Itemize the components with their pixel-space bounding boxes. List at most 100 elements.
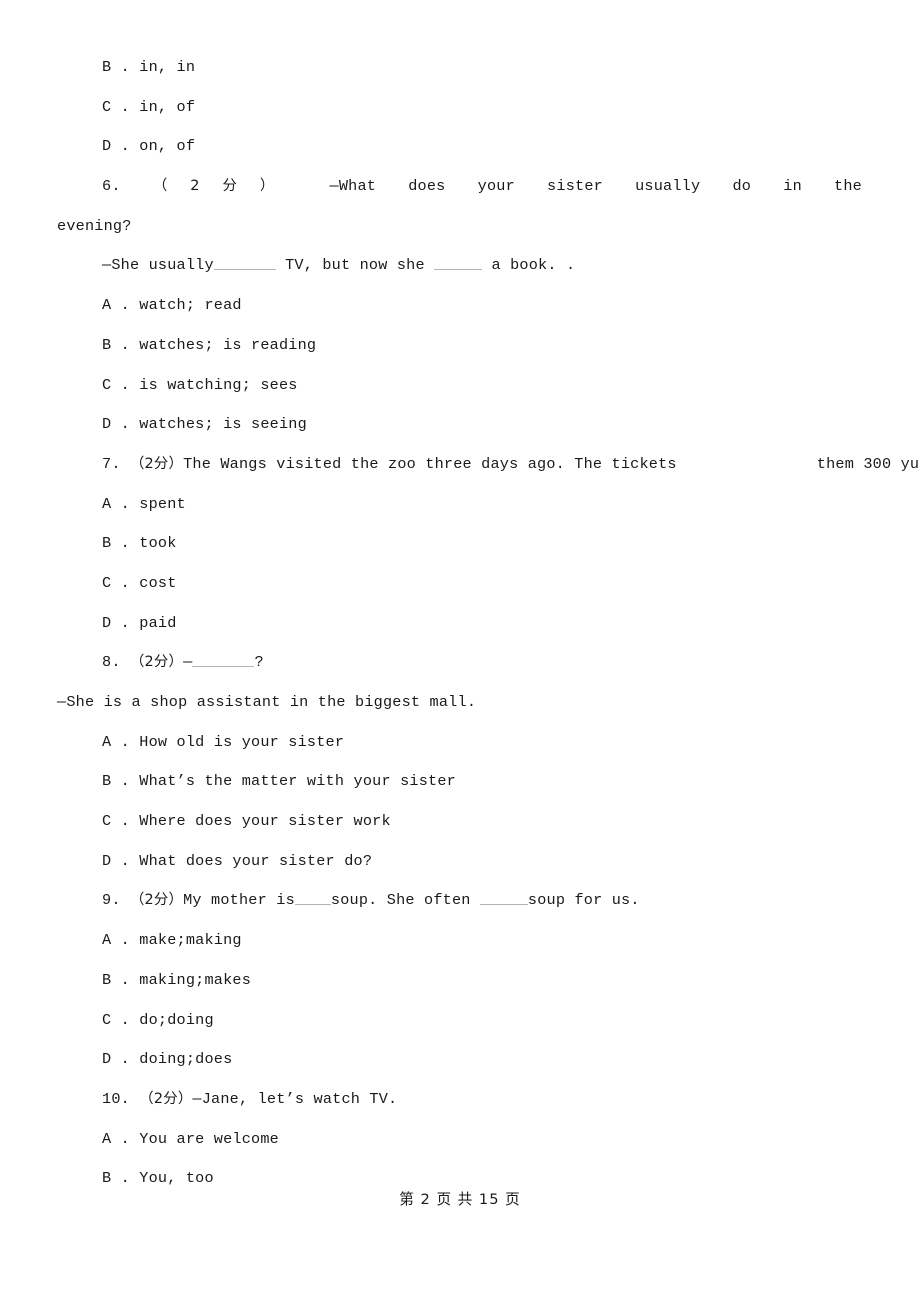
option-row: B . What’s the matter with your sister	[57, 762, 862, 802]
question-stem-tail: soup for us.	[527, 891, 640, 910]
question-stem-text: My mother is	[183, 891, 295, 910]
option-row: C . cost	[57, 564, 862, 604]
option-row: C . Where does your sister work	[57, 802, 862, 842]
option-text: do;doing	[139, 1010, 214, 1029]
question-marks: （2分）	[129, 455, 184, 472]
option-row: C . do;doing	[57, 1001, 862, 1041]
page-footer: 第 2 页 共 15 页	[399, 1191, 521, 1208]
option-text: is watching; sees	[139, 375, 298, 394]
question-stem: 9. （2分）My mother is soup. She often soup …	[57, 881, 862, 921]
question-number: 9.	[102, 891, 121, 910]
option-row: A . make;making	[57, 921, 862, 961]
option-label: A .	[102, 1129, 130, 1148]
option-text: Where does your sister work	[139, 812, 391, 831]
option-row: D . watches; is seeing	[57, 405, 862, 445]
question-stem: 7. （2分）The Wangs visited the zoo three d…	[57, 445, 920, 485]
question-number: 10.	[102, 1089, 130, 1108]
option-row: B . in, in	[57, 48, 862, 88]
option-label: C .	[102, 1010, 130, 1029]
option-text: doing;does	[139, 1050, 233, 1069]
option-label: B .	[102, 772, 130, 791]
option-text: watches; is seeing	[139, 415, 307, 434]
option-row: D . on, of	[57, 127, 862, 167]
question-stem-text: —Jane, let’s watch TV.	[192, 1089, 398, 1108]
question-stem-text: —What does your sister usually do in the	[329, 177, 862, 196]
question-stem-tail: ?	[254, 653, 264, 672]
option-text: in, of	[139, 97, 196, 116]
option-text: making;makes	[139, 970, 252, 989]
option-label: A .	[102, 296, 130, 315]
option-row: D . paid	[57, 604, 862, 644]
option-text: You, too	[139, 1169, 214, 1188]
answer-blank[interactable]	[479, 890, 528, 906]
answer-blank[interactable]	[192, 652, 255, 668]
option-row: B . watches; is reading	[57, 326, 862, 366]
question-stem-tail: them 300 yuan.	[816, 454, 920, 473]
answer-blank[interactable]	[294, 890, 331, 906]
question-number: 8.	[102, 653, 121, 672]
option-text: watches; is reading	[139, 335, 317, 354]
option-label: B .	[102, 1169, 130, 1188]
option-row: A . You are welcome	[57, 1120, 862, 1160]
option-text: paid	[139, 613, 177, 632]
option-text: took	[139, 534, 177, 553]
question-number: 6.	[102, 177, 121, 196]
option-row: B . took	[57, 524, 862, 564]
option-row: A . watch; read	[57, 286, 862, 326]
option-row: C . is watching; sees	[57, 366, 862, 406]
option-text: watch; read	[139, 296, 242, 315]
question-marks: （2分）	[129, 654, 184, 671]
question-marks: （2分）	[152, 178, 298, 195]
option-label: D .	[102, 613, 130, 632]
reply-post: a book. .	[482, 256, 576, 275]
option-label: C .	[102, 375, 130, 394]
option-label: B .	[102, 970, 130, 989]
option-text: cost	[139, 573, 177, 592]
answer-blank[interactable]	[213, 255, 276, 271]
page-content: B . in, in C . in, of D . on, of 6. （2分）…	[57, 48, 920, 1199]
option-label: D .	[102, 1050, 130, 1069]
question-marks: （2分）	[139, 1090, 193, 1107]
reply-mid: TV, but now she	[275, 256, 435, 275]
option-label: B .	[102, 335, 130, 354]
option-text: spent	[139, 494, 186, 513]
option-label: C .	[102, 812, 130, 831]
reply-pre: —She usually	[102, 256, 214, 275]
option-label: A .	[102, 732, 130, 751]
option-label: A .	[102, 931, 130, 950]
option-text: What’s the matter with your sister	[139, 772, 456, 791]
document-page: B . in, in C . in, of D . on, of 6. （2分）…	[0, 0, 920, 1302]
question-stem-text: —	[183, 653, 193, 672]
question-stem: 8. （2分）—?	[57, 643, 862, 683]
option-text: What does your sister do?	[139, 851, 373, 870]
option-text: You are welcome	[139, 1129, 279, 1148]
answer-blank[interactable]	[434, 255, 483, 271]
option-row: B . making;makes	[57, 961, 862, 1001]
question-stem-mid: soup. She often	[330, 891, 480, 910]
question-stem: 6. （2分） —What does your sister usually d…	[57, 167, 862, 207]
option-text: How old is your sister	[139, 732, 345, 751]
option-row: D . What does your sister do?	[57, 842, 862, 882]
option-label: D .	[102, 851, 130, 870]
option-label: D .	[102, 137, 130, 156]
option-text: in, in	[139, 58, 196, 76]
option-row: C . in, of	[57, 88, 862, 128]
question-stem: 10. （2分）—Jane, let’s watch TV.	[57, 1080, 862, 1120]
option-label: B .	[102, 534, 130, 553]
option-label: C .	[102, 97, 130, 116]
option-label: A .	[102, 494, 130, 513]
option-label: C .	[102, 573, 130, 592]
question-stem-text: The Wangs visited the zoo three days ago…	[183, 454, 677, 473]
option-row: D . doing;does	[57, 1040, 862, 1080]
question-stem-reply: —She is a shop assistant in the biggest …	[57, 693, 477, 711]
option-row: A . How old is your sister	[57, 723, 862, 763]
question-stem-reply: —She usually TV, but now she a book. .	[57, 246, 862, 286]
question-number: 7.	[102, 454, 121, 473]
option-row: A . spent	[57, 485, 862, 525]
option-text: make;making	[139, 931, 242, 950]
option-label: B .	[102, 58, 130, 76]
option-label: D .	[102, 415, 130, 434]
option-text: on, of	[139, 137, 196, 156]
question-marks: （2分）	[129, 892, 184, 909]
question-stem-wrap: evening?	[57, 216, 132, 235]
